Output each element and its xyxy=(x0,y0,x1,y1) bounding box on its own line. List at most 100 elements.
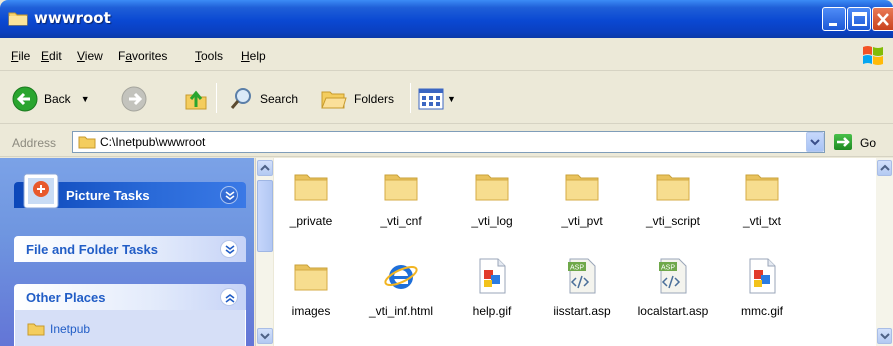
double-chevron-up-icon xyxy=(225,294,235,303)
file-item[interactable]: images xyxy=(266,256,356,318)
menu-edit-rest: dit xyxy=(49,49,62,63)
file-item[interactable]: mmc.gif xyxy=(717,256,807,318)
file-item[interactable]: _vti_log xyxy=(447,166,537,228)
folder-icon xyxy=(356,166,446,206)
collapse-chevron-icon[interactable] xyxy=(220,288,238,306)
picture-tasks-header[interactable]: Picture Tasks xyxy=(14,173,246,209)
other-places-header[interactable]: Other Places xyxy=(14,284,246,310)
gif-icon xyxy=(447,256,537,296)
folder-icon xyxy=(266,166,356,206)
picture-tasks-icon xyxy=(23,173,59,209)
arrow-down-icon xyxy=(260,333,270,340)
title-bar[interactable]: wwwroot xyxy=(0,0,893,38)
windows-logo-icon xyxy=(863,46,883,65)
window-title: wwwroot xyxy=(34,9,111,27)
folder-icon xyxy=(717,166,807,206)
folder-icon xyxy=(266,256,356,296)
picture-tasks-panel: Picture Tasks xyxy=(14,173,246,209)
file-name: localstart.asp xyxy=(637,304,709,318)
go-button[interactable] xyxy=(834,134,852,150)
back-button[interactable]: Back ▼ xyxy=(12,86,90,112)
back-arrow-icon xyxy=(12,86,38,112)
file-folder-tasks-panel: File and Folder Tasks xyxy=(14,236,246,262)
search-button[interactable]: Search xyxy=(228,86,298,112)
address-label: Address xyxy=(12,136,57,150)
folder-icon xyxy=(447,166,537,206)
arrow-down-icon xyxy=(880,333,890,340)
scroll-up-button[interactable] xyxy=(877,160,892,176)
views-button[interactable]: ▼ xyxy=(418,88,456,110)
menu-view[interactable]: View xyxy=(77,49,103,63)
file-item[interactable]: ASP localstart.asp xyxy=(628,256,718,318)
folder-icon xyxy=(78,136,96,149)
search-icon xyxy=(230,88,251,109)
task-pane: Picture Tasks File and Folder Tasks Othe… xyxy=(0,158,254,346)
menu-tools-rest: ools xyxy=(201,49,224,63)
other-place-label: Inetpub xyxy=(50,322,91,336)
file-folder-tasks-header[interactable]: File and Folder Tasks xyxy=(14,236,246,262)
file-name: _vti_script xyxy=(645,214,701,228)
close-icon xyxy=(877,13,889,26)
file-name: _vti_cnf xyxy=(380,214,422,228)
scroll-down-button[interactable] xyxy=(257,328,273,344)
file-list-scrollbar[interactable] xyxy=(876,158,893,346)
other-place-inetpub[interactable]: Inetpub xyxy=(27,322,90,336)
file-name: _vti_log xyxy=(471,214,513,228)
file-item[interactable]: _vti_pvt xyxy=(537,166,627,228)
file-item[interactable]: _private xyxy=(266,166,356,228)
svg-text:ASP: ASP xyxy=(661,265,675,272)
menu-file-rest: ile xyxy=(18,49,31,63)
address-dropdown-button[interactable] xyxy=(806,132,824,152)
menu-help[interactable]: Help xyxy=(241,49,266,63)
file-name: mmc.gif xyxy=(741,304,783,318)
gif-icon xyxy=(717,256,807,296)
picture-tasks-title: Picture Tasks xyxy=(66,188,150,203)
folder-icon xyxy=(27,323,45,336)
file-list[interactable]: _private _vti_cnf _vti_log _vti_pvt _vti_scr… xyxy=(274,158,876,346)
asp-icon: ASP xyxy=(628,256,718,296)
collapse-chevron-icon[interactable] xyxy=(220,186,238,204)
file-name: iisstart.asp xyxy=(553,304,611,318)
menu-favorites-rest: vorites xyxy=(132,49,168,63)
folders-icon xyxy=(321,91,347,109)
expand-chevron-icon[interactable] xyxy=(220,240,238,258)
file-item[interactable]: ASP iisstart.asp xyxy=(537,256,627,318)
file-name: images xyxy=(291,304,331,318)
back-dropdown-icon[interactable]: ▼ xyxy=(81,94,90,104)
maximize-icon xyxy=(852,12,867,26)
scroll-down-button[interactable] xyxy=(877,328,892,344)
views-grid-icon xyxy=(418,88,444,110)
menu-view-rest: iew xyxy=(84,49,103,63)
up-folder-button[interactable] xyxy=(183,86,209,112)
file-name: help.gif xyxy=(472,304,512,318)
folders-label: Folders xyxy=(354,92,395,106)
file-item[interactable]: _vti_txt xyxy=(717,166,807,228)
file-name: _vti_txt xyxy=(742,214,781,228)
file-item[interactable]: _vti_cnf xyxy=(356,166,446,228)
file-item[interactable]: _vti_inf.html xyxy=(356,256,446,318)
folders-button[interactable]: Folders xyxy=(320,86,394,112)
toolbar-separator xyxy=(410,83,411,113)
ie-html-icon xyxy=(356,256,446,296)
maximize-button[interactable] xyxy=(847,7,871,31)
minimize-button[interactable] xyxy=(822,7,846,31)
asp-icon: ASP xyxy=(537,256,627,296)
address-path: C:\Inetpub\wwwroot xyxy=(100,135,206,149)
menu-tools[interactable]: Tools xyxy=(195,49,223,63)
file-item[interactable]: _vti_script xyxy=(628,166,718,228)
file-folder-tasks-title: File and Folder Tasks xyxy=(26,242,158,257)
double-chevron-down-icon xyxy=(225,191,235,200)
other-places-title: Other Places xyxy=(26,290,106,305)
forward-button[interactable] xyxy=(121,86,147,112)
go-label[interactable]: Go xyxy=(860,136,876,150)
arrow-up-icon xyxy=(880,164,890,171)
double-chevron-down-icon xyxy=(225,245,235,254)
menu-file[interactable]: File xyxy=(11,49,30,63)
search-label: Search xyxy=(260,92,299,106)
menu-edit[interactable]: Edit xyxy=(41,49,62,63)
menu-favorites[interactable]: Favorites xyxy=(118,49,167,63)
file-item[interactable]: help.gif xyxy=(447,256,537,318)
go-arrow-icon xyxy=(837,137,850,147)
svg-text:ASP: ASP xyxy=(570,265,584,272)
close-button[interactable] xyxy=(872,7,893,31)
